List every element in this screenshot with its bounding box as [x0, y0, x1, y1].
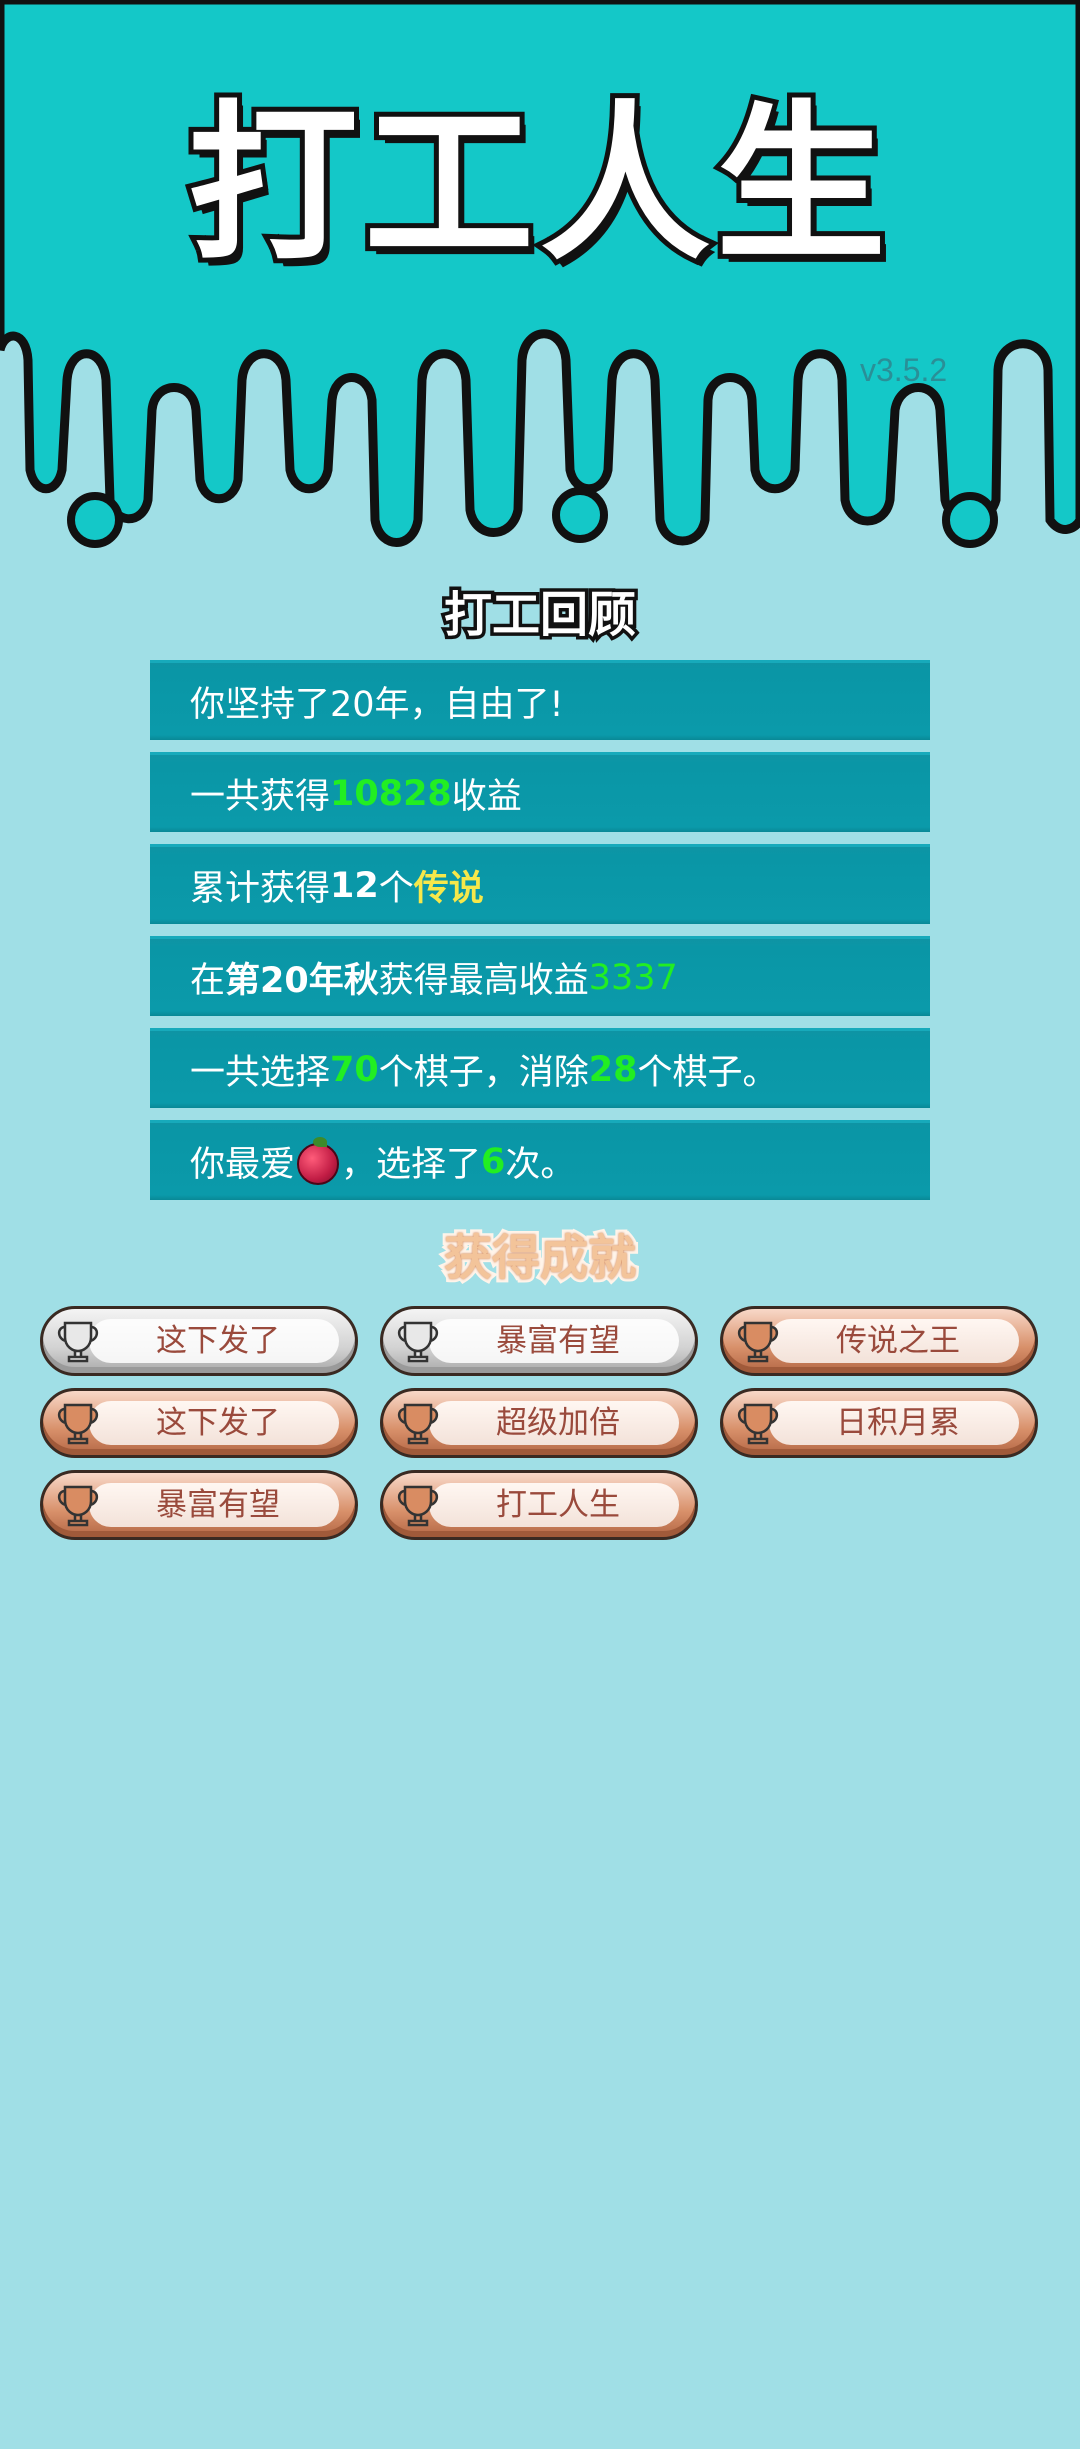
- review-text: 你坚持了20年，自由了!: [190, 685, 564, 725]
- review-text: 你最爱: [190, 1145, 296, 1185]
- review-text: 获得最高收益: [378, 961, 589, 1001]
- trophy-icon: [57, 1321, 99, 1363]
- favorite-times-value: 6: [481, 1141, 506, 1182]
- achievement-badge[interactable]: 这下发了: [40, 1306, 358, 1376]
- review-row-years: 你坚持了20年，自由了!: [150, 660, 930, 740]
- trophy-icon: [57, 1403, 99, 1445]
- version-label: v3.5.2: [860, 352, 948, 388]
- legend-rarity-label: 传说: [413, 869, 484, 909]
- achievement-badge[interactable]: 超级加倍: [380, 1388, 698, 1458]
- review-text: 在: [190, 961, 226, 1001]
- review-text: 一共获得: [190, 777, 331, 817]
- review-text: 个: [378, 869, 414, 909]
- trophy-icon: [397, 1321, 439, 1363]
- achievement-badge[interactable]: 传说之王: [720, 1306, 1038, 1376]
- review-row-favorite: 你最爱 ，选择了 6 次。: [150, 1120, 930, 1200]
- achievement-badge[interactable]: 这下发了: [40, 1388, 358, 1458]
- pieces-picked-value: 70: [330, 1049, 379, 1090]
- trophy-icon: [397, 1403, 439, 1445]
- review-text: 一共选择: [190, 1053, 331, 1093]
- game-title: 打工人生: [183, 86, 892, 284]
- achievement-label: 传说之王: [836, 1323, 960, 1359]
- review-text: 个棋子。: [637, 1053, 778, 1093]
- review-row-pieces: 一共选择 70 个棋子，消除 28 个棋子。: [150, 1028, 930, 1108]
- review-title: 打工回顾: [440, 584, 639, 647]
- achievement-badge[interactable]: 打工人生: [380, 1470, 698, 1540]
- achievement-label: 这下发了: [156, 1405, 280, 1441]
- review-text: 累计获得: [190, 869, 331, 909]
- achievement-badge[interactable]: 暴富有望: [40, 1470, 358, 1540]
- review-row-total-income: 一共获得 10828 收益: [150, 752, 930, 832]
- trophy-icon: [397, 1485, 439, 1527]
- achievements-title: 获得成就: [440, 1227, 639, 1290]
- achievement-label: 这下发了: [156, 1323, 280, 1359]
- achievement-label: 超级加倍: [496, 1405, 620, 1441]
- review-text: 个棋子，消除: [378, 1053, 589, 1093]
- lychee-icon: [297, 1136, 340, 1185]
- achievement-label: 打工人生: [496, 1487, 620, 1523]
- best-season-label: 第20年秋: [225, 961, 379, 1001]
- achievement-badge[interactable]: 日积月累: [720, 1388, 1038, 1458]
- review-text: ，选择了: [341, 1145, 482, 1185]
- pieces-removed-value: 28: [588, 1049, 638, 1090]
- trophy-icon: [737, 1403, 779, 1445]
- header-banner: 打工人生 v3.5.2: [0, 0, 1080, 560]
- trophy-icon: [737, 1321, 779, 1363]
- review-list: 你坚持了20年，自由了! 一共获得 10828 收益 累计获得 12 个传说 在 第20…: [150, 660, 930, 1212]
- review-text: 次。: [505, 1145, 576, 1185]
- achievement-label: 日积月累: [836, 1405, 960, 1441]
- total-income-value: 10828: [330, 773, 452, 814]
- review-row-legend-count: 累计获得 12 个传说: [150, 844, 930, 924]
- trophy-icon: [57, 1485, 99, 1527]
- review-row-best-season: 在 第20年秋 获得最高收益 3337: [150, 936, 930, 1016]
- legend-count-value: 12: [330, 865, 379, 906]
- best-income-value: 3337: [588, 957, 678, 998]
- achievement-badge[interactable]: 暴富有望: [380, 1306, 698, 1376]
- review-text: 收益: [451, 777, 522, 817]
- achievement-label: 暴富有望: [156, 1487, 280, 1523]
- achievement-label: 暴富有望: [496, 1323, 620, 1359]
